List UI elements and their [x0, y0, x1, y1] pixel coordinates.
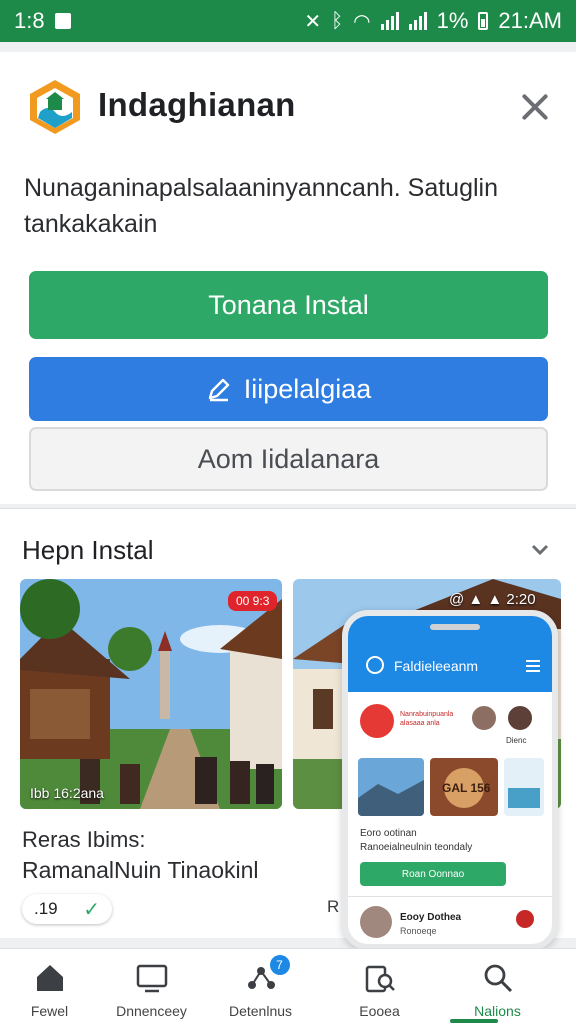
avatar: [506, 704, 534, 732]
signal-2-icon: [408, 12, 427, 30]
add-button-label: Aom Iidalanara: [197, 443, 380, 474]
phone-text-2: Ranoeialneulnin teondaly: [360, 842, 473, 853]
active-tab-indicator: [450, 1019, 498, 1023]
bluetooth-icon: ᛒ: [331, 9, 344, 32]
nav-label: Eooea: [359, 1003, 400, 1019]
avatar: [516, 910, 534, 928]
phone-row-name: Eooy Dothea: [400, 912, 462, 923]
nav-label: Dnnenceey: [116, 1003, 187, 1019]
avatar-label: Dienc: [506, 736, 527, 745]
install-button[interactable]: Tonana Instal: [29, 271, 548, 339]
mountain-thumbnail: [358, 758, 424, 816]
status-time-right: 21:AM: [498, 8, 562, 33]
phone-notch: [430, 624, 480, 630]
phone-app-title: Faldieleeanm: [394, 658, 479, 674]
photo-badge: 00 9:3: [228, 591, 278, 611]
avatar: [360, 906, 392, 938]
battery-percent: 1%: [436, 8, 469, 33]
app-description: Nunaganinapalsalaaninyanncanh. Satuglin …: [24, 174, 498, 238]
book-search-icon: [365, 965, 395, 993]
install-dialog: Indaghianan Nunaganinapalsalaaninyanncan…: [0, 52, 576, 504]
notification-badge: 7: [269, 955, 290, 975]
food-thumbnail: GAL 156: [430, 758, 498, 816]
extra-thumbnail: [504, 758, 544, 816]
notification-icon: [54, 13, 71, 29]
card-2-rating: R: [327, 897, 340, 916]
avatar: [470, 704, 498, 732]
menu-icon: [526, 660, 540, 672]
nav-label: Detenlnus: [228, 1003, 293, 1019]
village-photo[interactable]: 00 9:3 Ibb 16:2ana: [20, 579, 282, 809]
phone-text-1: Eoro ootinan: [360, 828, 417, 839]
nav-item-detenlnus[interactable]: 7 Detenlnus: [203, 949, 318, 1024]
phone-brand-text: Nanrabuinpuanla alasaaa anla: [400, 711, 454, 727]
card-caption-1: Reras Ibims:: [22, 827, 146, 852]
phone-mockup: Faldieleeanm Nanrabuinpuanla alasaaa anl…: [342, 610, 558, 950]
home-icon: [36, 965, 63, 991]
nav-item-fewel[interactable]: Fewel: [0, 949, 107, 1024]
search-icon: [484, 964, 512, 993]
nav-item-eooea[interactable]: Eooea: [322, 949, 437, 1024]
phone-action-button: Roan Oonnao: [360, 862, 506, 886]
install-button-label: Tonana Instal: [208, 289, 369, 320]
phone-brand-icon: [360, 704, 394, 738]
status-time-left: 1:8: [14, 8, 45, 33]
nfc-icon: ✕: [304, 10, 322, 33]
rating-value: .19: [34, 899, 58, 918]
status-bar: 1:8 ✕ ᛒ ◠ 1% 21:AM: [0, 0, 576, 42]
nav-item-nalions[interactable]: Nalions: [440, 949, 555, 1024]
phone-logo-icon: [366, 656, 384, 674]
phone-divider: [348, 896, 552, 897]
edit-button-label: Iiipelalgiaa: [243, 373, 372, 404]
pencil-icon: [208, 378, 229, 402]
section-title: Hepn Instal: [22, 535, 154, 565]
app-title: Indaghianan: [98, 86, 296, 123]
close-icon[interactable]: [516, 88, 554, 126]
network-icon-wrap: 7: [244, 955, 290, 995]
rating-chip[interactable]: .19 ✓: [22, 894, 112, 924]
food-thumbnail-text: GAL 156: [442, 781, 491, 795]
nav-label: Fewel: [30, 1003, 69, 1019]
signal-icon: [380, 12, 399, 30]
photo-caption: Ibb 16:2ana: [30, 785, 104, 801]
add-button[interactable]: Aom Iidalanara: [29, 427, 548, 491]
check-icon: ✓: [83, 898, 100, 921]
nav-item-dnnenceey[interactable]: Dnnenceey: [94, 949, 209, 1024]
tv-icon: [136, 964, 167, 993]
wifi-icon: ◠: [353, 10, 371, 33]
edit-button[interactable]: Iiipelalgiaa: [29, 357, 548, 421]
chevron-down-icon[interactable]: [530, 539, 550, 559]
battery-icon: [478, 12, 489, 30]
card-caption-2: RamanalNuin Tinaokinl: [22, 857, 259, 883]
nav-label: Nalions: [474, 1003, 521, 1019]
app-logo-icon: [30, 80, 80, 134]
photo-2-status: @ ▲ ▲ 2:20: [449, 591, 536, 608]
bottom-navigation: Fewel Dnnenceey 7 Detenlnus Eooea Nalion…: [0, 948, 576, 1024]
phone-row-sub: Ronoeqe: [400, 926, 437, 936]
